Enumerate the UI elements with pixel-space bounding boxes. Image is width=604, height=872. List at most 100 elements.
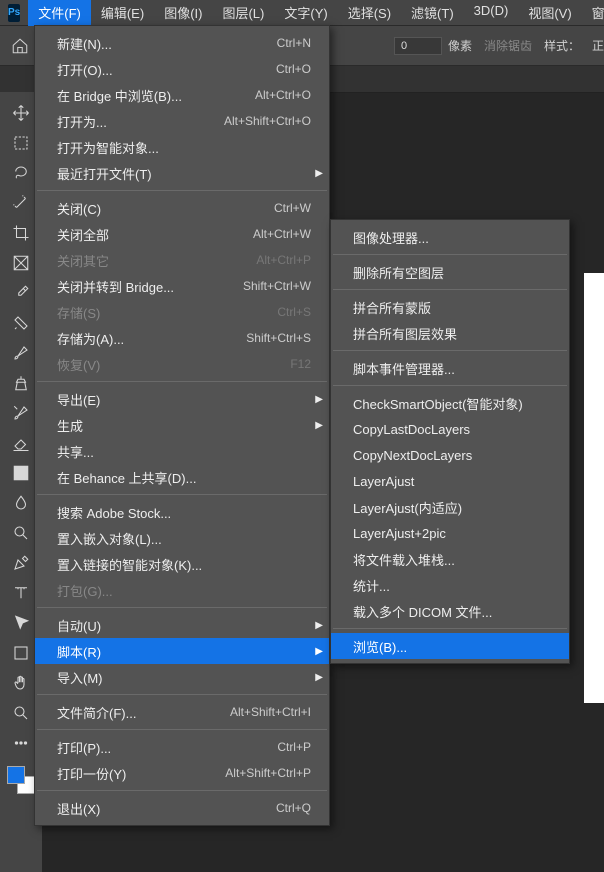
file-menu-item-4[interactable]: 打开为智能对象...	[35, 134, 329, 160]
file-menu-item-0[interactable]: 新建(N)...Ctrl+N	[35, 30, 329, 56]
file-menu-item-27[interactable]: 导入(M)▶	[35, 664, 329, 690]
normal-label: 正	[592, 37, 604, 54]
menu-选择(S)[interactable]: 选择(S)	[338, 0, 401, 26]
pen-tool[interactable]	[5, 548, 37, 578]
file-menu-item-2[interactable]: 在 Bridge 中浏览(B)...Alt+Ctrl+O	[35, 82, 329, 108]
dodge-tool[interactable]	[5, 518, 37, 548]
blur-tool[interactable]	[5, 488, 37, 518]
lasso-tool[interactable]	[5, 158, 37, 188]
clone-tool[interactable]	[5, 368, 37, 398]
file-menu-separator	[37, 607, 327, 608]
file-menu-item-label: 关闭并转到 Bridge...	[57, 277, 227, 296]
menu-图层(L)[interactable]: 图层(L)	[212, 0, 274, 26]
history-brush-tool[interactable]	[5, 398, 37, 428]
shortcut-label: Shift+Ctrl+S	[246, 331, 311, 345]
menu-视图(V)[interactable]: 视图(V)	[518, 0, 581, 26]
file-menu-item-9: 关闭其它Alt+Ctrl+P	[35, 247, 329, 273]
gradient-tool[interactable]	[5, 458, 37, 488]
file-menu-item-15[interactable]: 导出(E)▶	[35, 386, 329, 412]
file-menu-item-31[interactable]: 打印(P)...Ctrl+P	[35, 734, 329, 760]
eyedropper-tool[interactable]	[5, 278, 37, 308]
scripts-menu-separator	[333, 628, 567, 629]
file-menu-item-1[interactable]: 打开(O)... Ctrl+O	[35, 56, 329, 82]
scripts-menu-item-12[interactable]: LayerAjust	[331, 468, 569, 494]
scripts-menu-item-label: 载入多个 DICOM 文件...	[353, 602, 551, 621]
file-menu-item-3[interactable]: 打开为...Alt+Shift+Ctrl+O	[35, 108, 329, 134]
scripts-menu-item-10[interactable]: CopyLastDocLayers	[331, 416, 569, 442]
color-swatches[interactable]	[7, 766, 35, 794]
menu-3D(D)[interactable]: 3D(D)	[464, 0, 519, 26]
file-menu-item-label: 导入(M)	[57, 668, 311, 687]
file-menu-item-10[interactable]: 关闭并转到 Bridge... Shift+Ctrl+W	[35, 273, 329, 299]
shortcut-label: Alt+Shift+Ctrl+I	[230, 705, 311, 719]
file-menu-item-11: 存储(S)Ctrl+S	[35, 299, 329, 325]
zoom-tool[interactable]	[5, 698, 37, 728]
file-menu-item-7[interactable]: 关闭(C)Ctrl+W	[35, 195, 329, 221]
scripts-menu-item-19[interactable]: 浏览(B)...	[331, 633, 569, 659]
scripts-menu-item-13[interactable]: LayerAjust(内适应)	[331, 494, 569, 520]
home-icon[interactable]	[8, 34, 32, 58]
menu-滤镜(T)[interactable]: 滤镜(T)	[401, 0, 464, 26]
file-menu-item-29[interactable]: 文件简介(F)...Alt+Shift+Ctrl+I	[35, 699, 329, 725]
file-menu-item-label: 生成	[57, 416, 311, 435]
marquee-tool[interactable]	[5, 128, 37, 158]
move-tool[interactable]	[5, 98, 37, 128]
file-menu-item-21[interactable]: 置入嵌入对象(L)...	[35, 525, 329, 551]
file-menu-item-26[interactable]: 脚本(R)▶	[35, 638, 329, 664]
file-menu-item-label: 打印(P)...	[57, 738, 261, 757]
eraser-tool[interactable]	[5, 428, 37, 458]
scripts-menu-item-7[interactable]: 脚本事件管理器...	[331, 355, 569, 381]
brush-tool[interactable]	[5, 338, 37, 368]
scripts-menu-item-5[interactable]: 拼合所有图层效果	[331, 320, 569, 346]
scripts-menu-item-9[interactable]: CheckSmartObject(智能对象)	[331, 390, 569, 416]
file-menu-separator	[37, 729, 327, 730]
scripts-menu-item-15[interactable]: 将文件载入堆栈...	[331, 546, 569, 572]
submenu-arrow-icon: ▶	[315, 420, 323, 431]
scripts-menu-item-16[interactable]: 统计...	[331, 572, 569, 598]
file-menu-item-32[interactable]: 打印一份(Y)Alt+Shift+Ctrl+P	[35, 760, 329, 786]
type-tool[interactable]	[5, 578, 37, 608]
menu-文件(F)[interactable]: 文件(F)	[28, 0, 91, 26]
file-menu-item-label: 退出(X)	[57, 799, 260, 818]
file-menu-item-8[interactable]: 关闭全部Alt+Ctrl+W	[35, 221, 329, 247]
hand-tool[interactable]	[5, 668, 37, 698]
px-value[interactable]: 0	[394, 37, 442, 55]
scripts-menu-item-17[interactable]: 载入多个 DICOM 文件...	[331, 598, 569, 624]
rectangle-tool[interactable]	[5, 638, 37, 668]
scripts-menu-item-2[interactable]: 删除所有空图层	[331, 259, 569, 285]
scripts-menu-item-0[interactable]: 图像处理器...	[331, 224, 569, 250]
file-menu-item-13: 恢复(V)F12	[35, 351, 329, 377]
file-menu-item-16[interactable]: 生成 ▶	[35, 412, 329, 438]
menu-图像(I)[interactable]: 图像(I)	[154, 0, 212, 26]
file-menu-item-18[interactable]: 在 Behance 上共享(D)...	[35, 464, 329, 490]
file-menu-item-5[interactable]: 最近打开文件(T)▶	[35, 160, 329, 186]
scripts-menu-item-11[interactable]: CopyNextDocLayers	[331, 442, 569, 468]
menu-文字(Y)[interactable]: 文字(Y)	[274, 0, 337, 26]
scripts-menu-item-14[interactable]: LayerAjust+2pic	[331, 520, 569, 546]
wand-tool[interactable]	[5, 188, 37, 218]
healing-tool[interactable]	[5, 308, 37, 338]
shortcut-label: Shift+Ctrl+W	[243, 279, 311, 293]
scripts-submenu-dropdown: 图像处理器... 删除所有空图层拼合所有蒙版拼合所有图层效果脚本事件管理器... C…	[330, 219, 570, 664]
frame-tool[interactable]	[5, 248, 37, 278]
file-menu-item-17[interactable]: 共享...	[35, 438, 329, 464]
file-menu-item-20[interactable]: 搜索 Adobe Stock...	[35, 499, 329, 525]
scripts-menu-item-4[interactable]: 拼合所有蒙版	[331, 294, 569, 320]
document-canvas[interactable]	[584, 273, 604, 703]
file-menu-item-34[interactable]: 退出(X)Ctrl+Q	[35, 795, 329, 821]
shortcut-label: Ctrl+O	[276, 62, 311, 76]
menu-编辑(E)[interactable]: 编辑(E)	[91, 0, 154, 26]
submenu-arrow-icon: ▶	[315, 394, 323, 405]
menu-窗[interactable]: 窗	[582, 0, 604, 26]
file-menu-item-12[interactable]: 存储为(A)...Shift+Ctrl+S	[35, 325, 329, 351]
edit-toolbar-tool[interactable]	[5, 728, 37, 758]
style-label: 样式：	[544, 37, 580, 54]
file-menu-item-25[interactable]: 自动(U)▶	[35, 612, 329, 638]
path-select-tool[interactable]	[5, 608, 37, 638]
file-menu-item-22[interactable]: 置入链接的智能对象(K)...	[35, 551, 329, 577]
file-menu-separator	[37, 381, 327, 382]
scripts-menu-item-label: CopyLastDocLayers	[353, 422, 551, 437]
crop-tool[interactable]	[5, 218, 37, 248]
file-menu-item-label: 打开(O)...	[57, 60, 260, 79]
scripts-menu-item-label: 拼合所有图层效果	[353, 324, 551, 343]
